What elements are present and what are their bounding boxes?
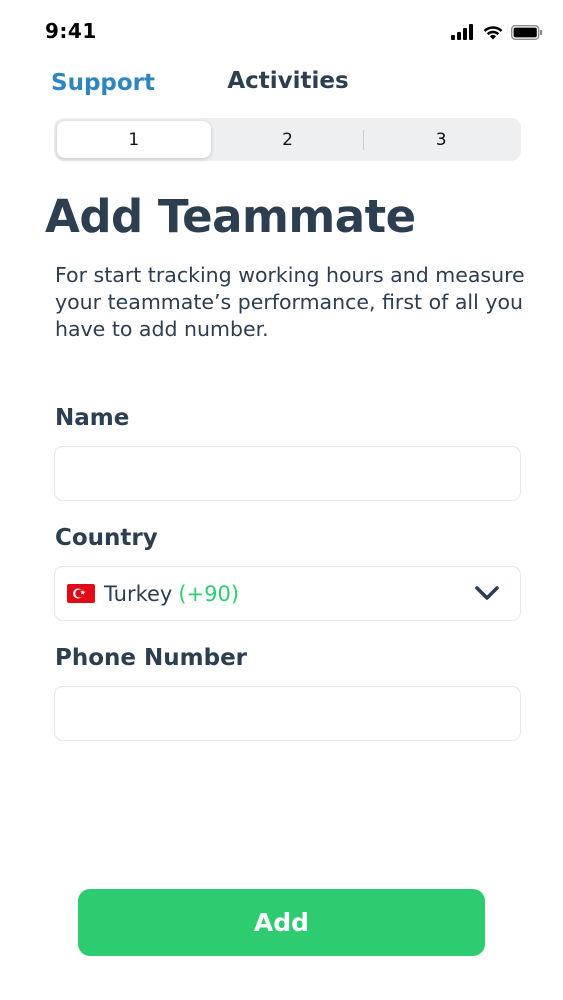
country-select[interactable]: Turkey (+90)	[54, 566, 521, 621]
country-dial-code: (+90)	[178, 581, 240, 606]
add-teammate-screen: 9:41 Support Activities 1 2 3 Add Teamma…	[0, 0, 563, 1000]
chevron-down-icon	[475, 586, 499, 600]
turkey-flag-icon	[67, 584, 95, 603]
nav-title: Activities	[227, 68, 349, 94]
step-segment-1[interactable]: 1	[57, 121, 211, 158]
status-time: 9:41	[45, 19, 97, 43]
wifi-icon	[483, 26, 503, 40]
status-icons	[451, 21, 543, 43]
status-bar: 9:41	[0, 0, 563, 64]
step-segmented-control: 1 2 3	[54, 118, 521, 161]
battery-icon	[511, 24, 543, 40]
page-title: Add Teammate	[45, 190, 416, 243]
country-selected-value: Turkey (+90)	[67, 567, 239, 620]
step-segment-3[interactable]: 3	[364, 121, 518, 158]
country-name: Turkey	[104, 581, 173, 606]
name-field[interactable]	[54, 446, 521, 501]
phone-number-field[interactable]	[54, 686, 521, 741]
phone-number-label: Phone Number	[55, 645, 248, 671]
phone-number-input[interactable]	[55, 687, 520, 740]
step-segment-2[interactable]: 2	[211, 121, 365, 158]
page-description: For start tracking working hours and mea…	[55, 263, 525, 341]
add-button[interactable]: Add	[78, 889, 485, 956]
name-label: Name	[55, 405, 130, 431]
name-input[interactable]	[55, 447, 520, 500]
segment-divider	[363, 130, 364, 150]
country-label: Country	[55, 525, 158, 551]
cellular-signal-icon	[451, 24, 473, 40]
